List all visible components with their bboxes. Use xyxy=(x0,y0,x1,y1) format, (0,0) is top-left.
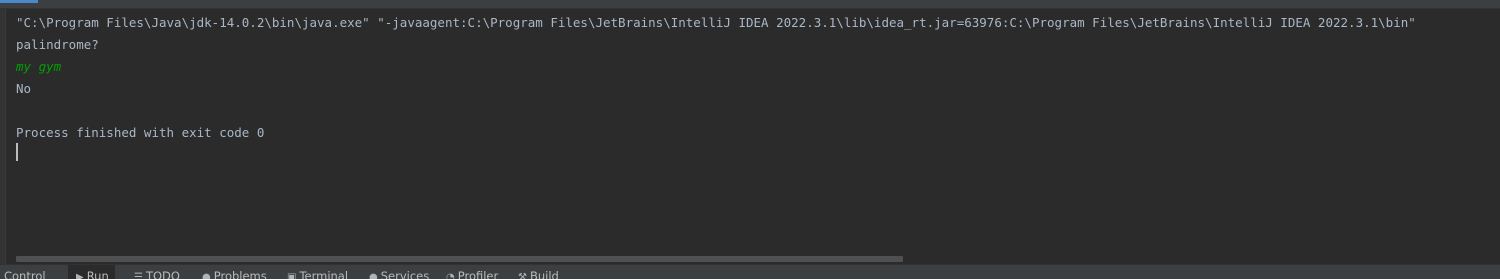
command-line-text: "C:\Program Files\Java\jdk-14.0.2\bin\ja… xyxy=(16,15,1416,30)
tab-version-control[interactable]: on Control xyxy=(0,265,46,279)
tab-label: Build xyxy=(529,269,559,279)
run-tool-window: "C:\Program Files\Java\jdk-14.0.2\bin\ja… xyxy=(0,0,1500,279)
tab-label: Profiler xyxy=(457,269,499,279)
text-caret xyxy=(16,143,18,161)
tab-profiler[interactable]: ◔ Profiler xyxy=(446,265,498,279)
todo-icon: ☰ xyxy=(134,272,143,279)
tab-label: Services xyxy=(380,269,430,279)
tab-run[interactable]: ▶ Run xyxy=(68,265,115,279)
user-input-text: my gym xyxy=(16,59,62,74)
run-icon: ▶ xyxy=(76,272,84,279)
tab-terminal[interactable]: ▣ Terminal xyxy=(287,265,348,279)
tab-label: Problems xyxy=(213,269,267,279)
console-output[interactable]: "C:\Program Files\Java\jdk-14.0.2\bin\ja… xyxy=(6,9,1500,255)
build-icon: ⚒ xyxy=(518,272,527,279)
terminal-icon: ▣ xyxy=(287,272,297,279)
scrollbar-thumb[interactable] xyxy=(16,256,903,262)
tool-window-bar: on Control ▶Run ☰TODO ●Problems ▣Termina… xyxy=(0,264,1500,279)
problems-icon: ● xyxy=(202,272,211,279)
active-tab-indicator xyxy=(0,0,38,3)
program-prompt-text: palindrome? xyxy=(16,37,99,52)
tab-build[interactable]: ⚒ Build xyxy=(518,265,559,279)
tab-services[interactable]: ● Services xyxy=(369,265,429,279)
tab-label: TODO xyxy=(145,269,180,279)
tab-problems[interactable]: ● Problems xyxy=(202,265,267,279)
tab-label: Run xyxy=(86,269,109,279)
horizontal-scrollbar[interactable] xyxy=(6,255,1500,264)
services-icon: ● xyxy=(369,272,378,279)
tab-todo[interactable]: ☰ TODO xyxy=(134,265,180,279)
profiler-icon: ◔ xyxy=(446,272,455,279)
tool-window-header xyxy=(0,0,1500,9)
process-exit-message: Process finished with exit code 0 xyxy=(16,125,265,140)
program-output-text: No xyxy=(16,81,32,96)
tab-label: on Control xyxy=(0,269,46,279)
tab-label: Terminal xyxy=(299,269,349,279)
